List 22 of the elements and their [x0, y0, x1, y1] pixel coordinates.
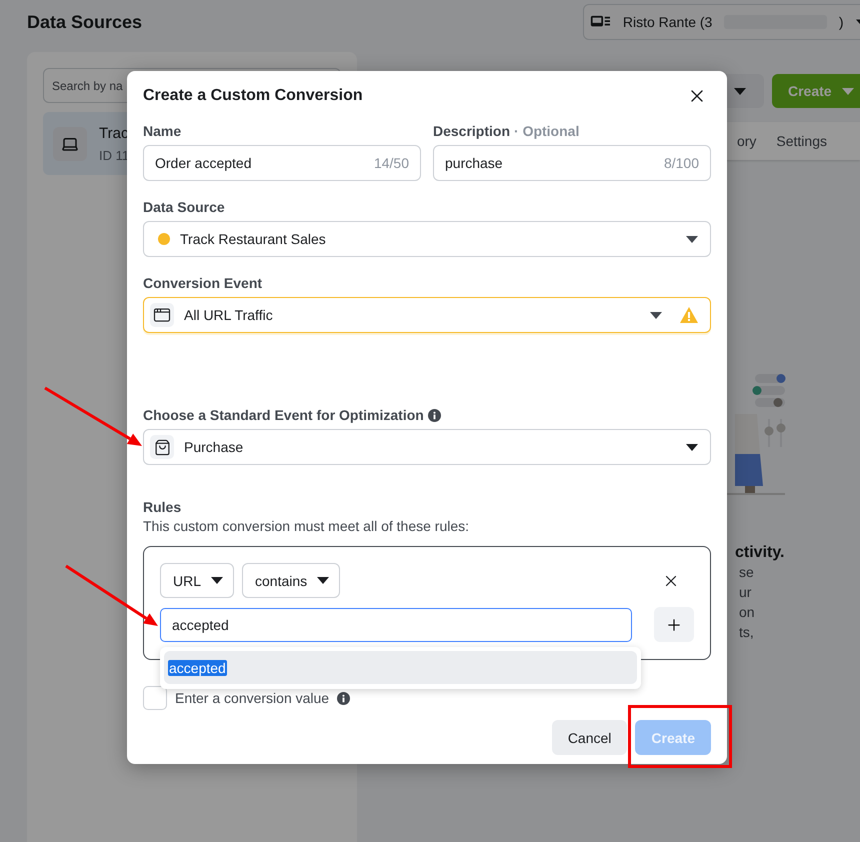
source-name: Trac [99, 124, 130, 142]
field-label: Choose a Standard Event for Optimization [143, 406, 424, 425]
optional-hint: · Optional [514, 122, 580, 141]
field-label: Description [433, 122, 510, 141]
field-label: Conversion Event [143, 274, 262, 293]
field-label: Data Source [143, 198, 225, 217]
dialog-title: Create a Custom Conversion [143, 87, 363, 105]
checkbox-label: Enter a conversion value [175, 690, 330, 706]
empty-state-text: ur [738, 583, 752, 602]
page-title: Data Sources [27, 12, 142, 32]
source-id: ID 11 [99, 148, 130, 162]
account-name: Risto Rante (3 [622, 14, 712, 30]
empty-state-text: se [738, 563, 755, 582]
rules-description: This custom conversion must meet all of these rules: [143, 517, 470, 535]
character-counter: 14/50 [374, 155, 409, 171]
field-label: Name [143, 122, 182, 141]
empty-state-text: on [738, 603, 756, 622]
empty-state-heading: ctivity. [734, 544, 786, 562]
section-title: Rules [143, 498, 182, 517]
empty-state-text: ts, [738, 623, 755, 642]
account-name-suffix: ) [838, 14, 844, 30]
character-counter: 8/100 [664, 155, 699, 171]
